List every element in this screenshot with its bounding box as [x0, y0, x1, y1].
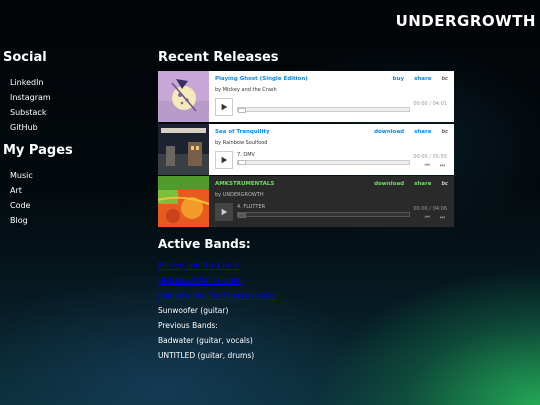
- main-content: Recent Releases Playing Ghost (Single Ed…: [157, 50, 458, 363]
- share-link[interactable]: share: [414, 181, 431, 187]
- player-info: Playing Ghost (Single Edition) by Mickey…: [215, 76, 448, 93]
- play-icon: [221, 156, 228, 163]
- track-time: 00:00 / 04:01: [413, 101, 447, 107]
- release-artist[interactable]: by UNDERGROWTH: [215, 192, 448, 198]
- download-link[interactable]: download: [374, 181, 404, 187]
- progress-thumb[interactable]: [238, 212, 246, 218]
- progress-bar[interactable]: [237, 159, 410, 165]
- band-entry: Sunwoofer (guitar): [158, 306, 229, 315]
- active-bands-heading: Active Bands:: [158, 237, 251, 251]
- release-artist[interactable]: by Rainbow Soulfood: [215, 140, 448, 146]
- buy-link[interactable]: buy: [393, 76, 404, 82]
- share-link[interactable]: share: [414, 129, 431, 135]
- play-icon: [221, 103, 228, 111]
- previous-track-icon[interactable]: ⏮: [425, 162, 430, 170]
- album-art[interactable]: [157, 176, 210, 227]
- page-link-art[interactable]: Art: [10, 183, 143, 198]
- social-link-instagram[interactable]: Instagram: [10, 90, 143, 105]
- site-title[interactable]: UNDERGROWTH: [396, 12, 536, 30]
- recent-releases-heading: Recent Releases: [158, 50, 279, 65]
- play-button[interactable]: [215, 150, 233, 169]
- previous-bands-label: Previous Bands:: [158, 321, 218, 330]
- download-link[interactable]: download: [374, 129, 404, 135]
- bandcamp-logo-icon[interactable]: bc: [441, 181, 448, 187]
- social-link-github[interactable]: GitHub: [10, 120, 143, 135]
- bandcamp-logo-icon[interactable]: bc: [441, 76, 448, 82]
- player-info: AMKSTRUMENTALS by UNDERGROWTH download s…: [215, 181, 448, 198]
- player-actions: download share bc: [374, 181, 448, 187]
- band-list: Mickey and the Crash UNDERGROWTH (solo) …: [158, 258, 458, 363]
- social-link-linkedin[interactable]: LinkedIn: [10, 75, 143, 90]
- progress-thumb[interactable]: [238, 107, 246, 113]
- player-actions: download share bc: [374, 129, 448, 135]
- player-info: Sea of Tranquility by Rainbow Soulfood d…: [215, 129, 448, 146]
- previous-track-icon[interactable]: ⏮: [425, 214, 430, 222]
- band-link[interactable]: Rainbow Soulfood (bass/vocals): [158, 288, 458, 303]
- current-track: 4. FLUTTER: [237, 204, 266, 210]
- next-track-icon[interactable]: ⏭: [440, 162, 445, 170]
- social-list: LinkedIn Instagram Substack GitHub: [10, 75, 143, 135]
- band-link[interactable]: UNDERGROWTH (solo): [158, 273, 458, 288]
- next-track-icon[interactable]: ⏭: [440, 214, 445, 222]
- album-art[interactable]: [158, 71, 209, 122]
- play-button[interactable]: [215, 98, 233, 116]
- player-actions: buy share bc: [393, 76, 448, 82]
- bandcamp-player: Sea of Tranquility by Rainbow Soulfood d…: [158, 123, 454, 175]
- pages-list: Music Art Code Blog: [10, 168, 143, 228]
- social-heading: Social: [3, 50, 47, 65]
- track-time: 00:00 / 04:06: [413, 206, 447, 212]
- bandcamp-player: AMKSTRUMENTALS by UNDERGROWTH download s…: [157, 176, 454, 227]
- pages-heading: My Pages: [3, 143, 73, 158]
- band-entry: UNTITLED (guitar, drums): [158, 351, 255, 360]
- page-link-music[interactable]: Music: [10, 168, 143, 183]
- page-link-blog[interactable]: Blog: [10, 213, 143, 228]
- track-time: 00:00 / 05:55: [413, 153, 447, 160]
- play-icon: [221, 208, 228, 216]
- current-track: 7. DMV: [237, 151, 255, 158]
- album-art[interactable]: [158, 123, 209, 175]
- band-link[interactable]: Mickey and the Crash: [158, 258, 458, 273]
- bandcamp-logo-icon[interactable]: bc: [441, 129, 448, 135]
- progress-thumb[interactable]: [238, 160, 246, 165]
- bandcamp-player: Playing Ghost (Single Edition) by Mickey…: [158, 71, 454, 122]
- page-link-code[interactable]: Code: [10, 198, 143, 213]
- progress-bar[interactable]: [237, 212, 410, 218]
- sidebar: Social LinkedIn Instagram Substack GitHu…: [3, 50, 143, 236]
- play-button[interactable]: [215, 203, 233, 221]
- progress-bar[interactable]: [237, 107, 410, 113]
- release-artist[interactable]: by Mickey and the Crash: [215, 87, 448, 93]
- band-entry: Badwater (guitar, vocals): [158, 336, 253, 345]
- share-link[interactable]: share: [414, 76, 431, 82]
- social-link-substack[interactable]: Substack: [10, 105, 143, 120]
